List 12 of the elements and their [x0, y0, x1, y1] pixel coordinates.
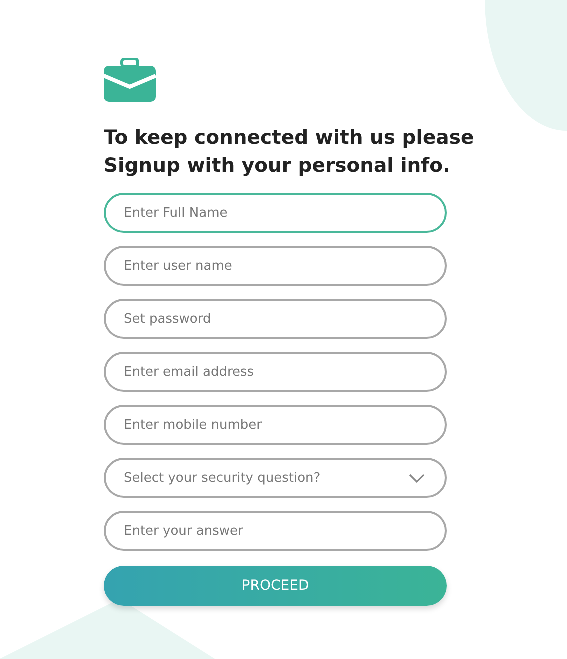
input-field[interactable]: Enter your answer [104, 511, 447, 551]
briefcase-icon [104, 58, 156, 102]
placeholder-text: Select your security question? [124, 470, 321, 486]
input-field[interactable]: Set password [104, 299, 447, 339]
input-field[interactable]: Enter email address [104, 352, 447, 392]
heading: To keep connected with us please Signup with your personal info. [104, 125, 476, 179]
chevron-down-icon [409, 474, 425, 482]
input-field[interactable]: Enter mobile number [104, 405, 447, 445]
proceed-button[interactable]: PROCEED [104, 566, 447, 606]
input-field[interactable]: Enter Full Name [104, 193, 447, 233]
select-field[interactable]: Select your security question? [104, 458, 447, 498]
input-field[interactable]: Enter user name [104, 246, 447, 286]
